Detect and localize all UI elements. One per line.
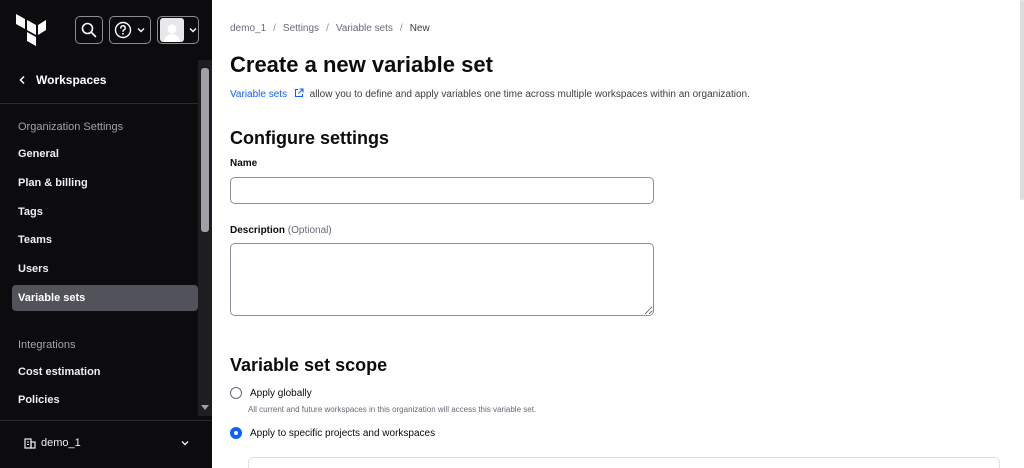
radio-apply-globally[interactable]: Apply globally: [230, 387, 312, 399]
radio-label-apply-globally: Apply globally: [250, 387, 312, 399]
name-input[interactable]: [230, 177, 654, 204]
description-textarea[interactable]: [230, 243, 654, 316]
help-menu-button[interactable]: [109, 16, 151, 44]
scroll-down-arrow-icon[interactable]: [201, 405, 209, 410]
breadcrumb-item-org[interactable]: demo_1: [230, 23, 266, 34]
sidebar-item-users[interactable]: Users: [12, 256, 198, 282]
sidebar-item-variable-sets[interactable]: Variable sets: [12, 285, 198, 311]
avatar: [160, 18, 184, 42]
sidebar-divider: [0, 103, 200, 104]
radio-label-apply-specific: Apply to specific projects and workspace…: [250, 427, 436, 439]
search-button[interactable]: [75, 16, 103, 44]
page-title: Create a new variable set: [230, 52, 493, 77]
breadcrumb-separator: /: [399, 23, 403, 34]
building-icon: [24, 438, 36, 449]
chevron-down-icon: [181, 441, 189, 446]
sidebar: Workspaces Organization Settings General…: [0, 0, 212, 468]
description-label-text: Description: [230, 225, 286, 236]
terraform-logo-icon[interactable]: [16, 14, 46, 46]
sidebar-item-teams[interactable]: Teams: [12, 227, 198, 253]
sidebar-item-policies[interactable]: Policies: [12, 387, 198, 413]
search-icon: [81, 22, 97, 38]
chevron-left-icon: [19, 75, 25, 85]
breadcrumb-current: New: [409, 23, 430, 34]
organization-name: demo_1: [41, 437, 81, 449]
sidebar-item-plan-billing[interactable]: Plan & billing: [12, 170, 198, 196]
breadcrumb-item-settings[interactable]: Settings: [283, 23, 319, 34]
breadcrumb-separator: /: [273, 23, 276, 34]
radio-apply-specific[interactable]: Apply to specific projects and workspace…: [230, 427, 435, 439]
sidebar-section-org-settings: Organization Settings: [18, 121, 124, 133]
page-intro: Variable sets allow you to define and ap…: [230, 88, 750, 100]
main-content: demo_1 / Settings / Variable sets / New …: [212, 0, 1024, 468]
radio-button-apply-globally[interactable]: [230, 387, 242, 399]
name-label: Name: [230, 158, 258, 169]
scope-selection-panel: [248, 457, 1000, 468]
external-link-icon[interactable]: [294, 88, 304, 98]
breadcrumb: demo_1 / Settings / Variable sets / New: [230, 23, 430, 34]
sidebar-scrollbar-thumb[interactable]: [201, 68, 209, 232]
sidebar-item-tags[interactable]: Tags: [12, 199, 198, 225]
apply-globally-help-text: All current and future workspaces in thi…: [248, 405, 537, 414]
app: Workspaces Organization Settings General…: [0, 0, 1024, 468]
user-menu-button[interactable]: [157, 16, 199, 44]
back-label: Workspaces: [36, 73, 107, 87]
optional-hint: (Optional): [287, 225, 332, 236]
sidebar-item-general[interactable]: General: [12, 141, 198, 167]
description-label: Description (Optional): [230, 225, 332, 236]
variable-set-scope-heading: Variable set scope: [230, 355, 388, 375]
configure-settings-heading: Configure settings: [230, 128, 390, 148]
breadcrumb-separator: /: [326, 23, 329, 34]
sidebar-item-cost-estimation[interactable]: Cost estimation: [12, 359, 198, 385]
intro-text: allow you to define and apply variables …: [309, 89, 750, 100]
breadcrumb-item-variable-sets[interactable]: Variable sets: [336, 23, 393, 34]
chevron-down-icon: [137, 28, 145, 33]
help-icon: [114, 21, 132, 39]
variable-sets-docs-link[interactable]: Variable sets: [230, 89, 287, 100]
radio-button-apply-specific[interactable]: [230, 427, 242, 439]
chevron-down-icon: [189, 28, 197, 33]
sidebar-section-integrations: Integrations: [18, 339, 76, 351]
back-to-workspaces-link[interactable]: Workspaces: [18, 70, 106, 90]
main-scrollbar-thumb[interactable]: [1020, 0, 1024, 200]
organization-switcher[interactable]: demo_1: [0, 420, 212, 468]
user-icon: [164, 24, 180, 42]
sidebar-topbar: [0, 0, 212, 60]
